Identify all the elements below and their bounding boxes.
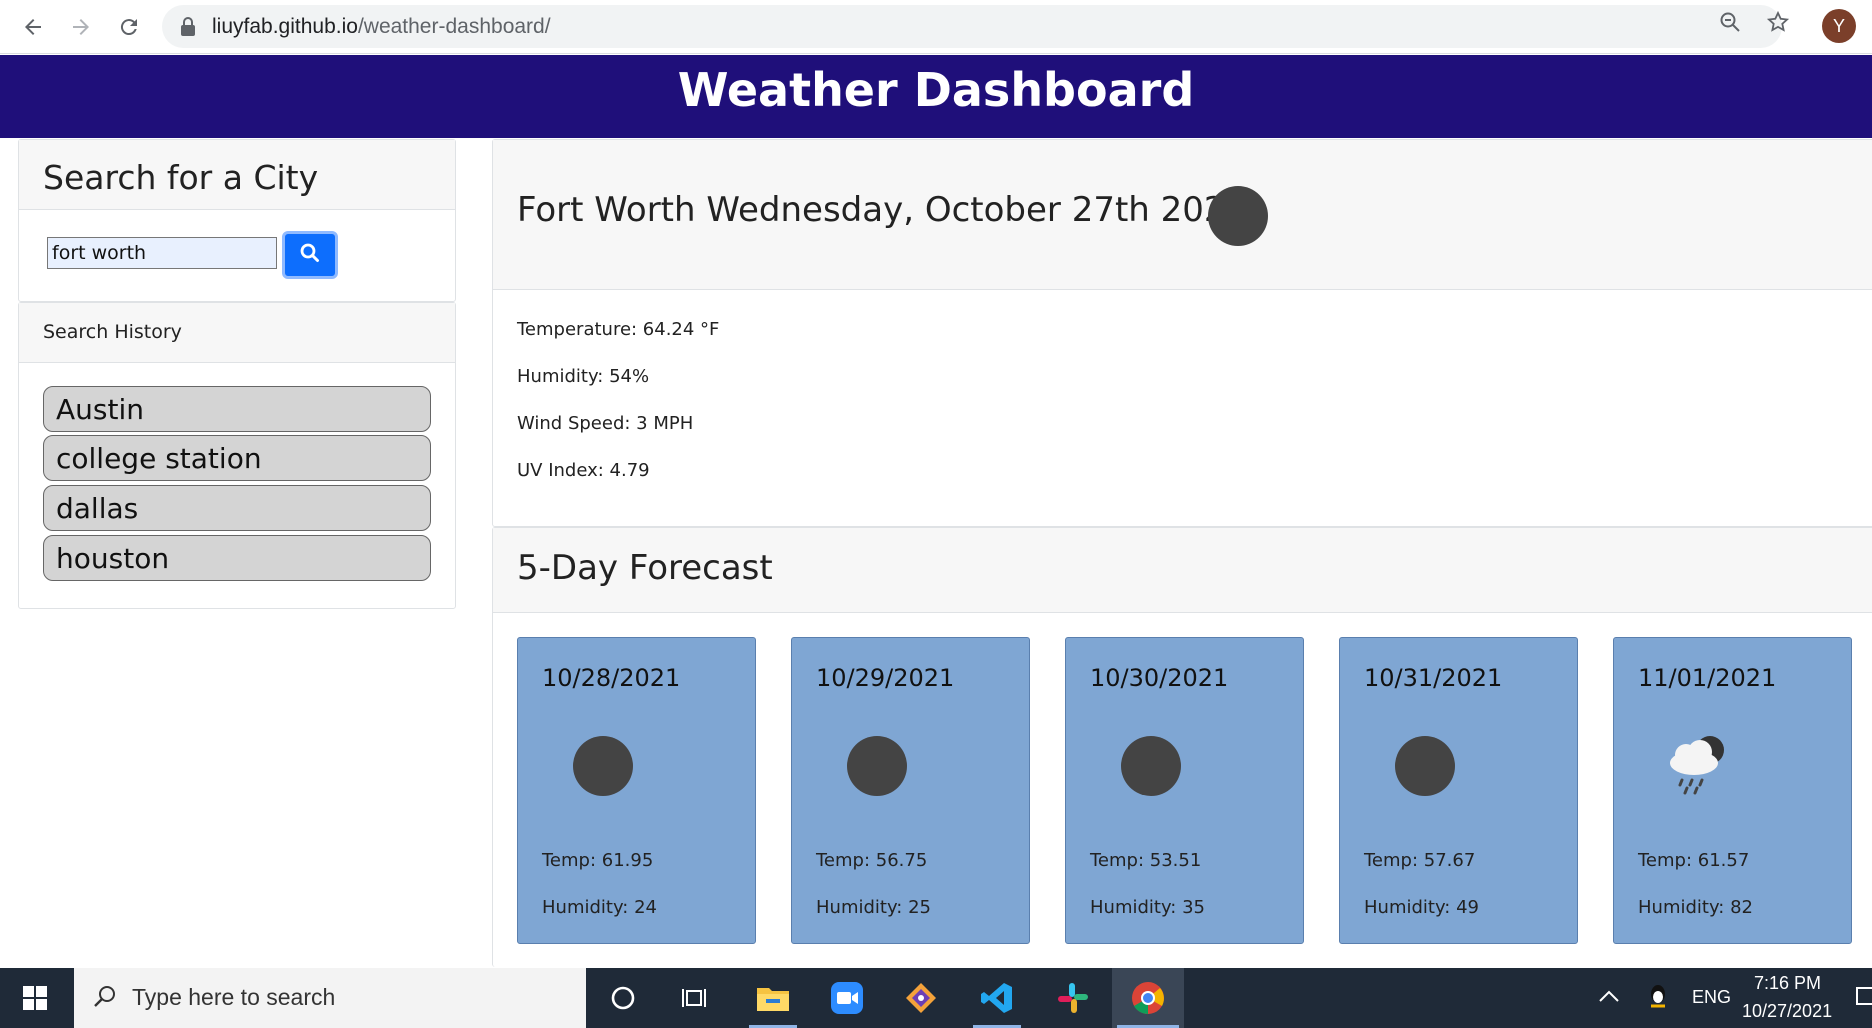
reload-icon[interactable] — [112, 10, 146, 44]
moon-icon — [847, 736, 907, 796]
forecast-date: 10/29/2021 — [816, 664, 955, 692]
history-item-college-station[interactable]: college station — [43, 435, 431, 481]
slack-icon[interactable] — [1044, 968, 1102, 1028]
forecast-date: 10/30/2021 — [1090, 664, 1229, 692]
forecast-day: 10/31/2021 Temp: 57.67 Humidity: 49 — [1339, 637, 1578, 944]
search-heading: Search for a City — [19, 140, 455, 210]
forecast-date: 10/28/2021 — [542, 664, 681, 692]
current-weather-card: Fort Worth Wednesday, October 27th 2021 … — [492, 139, 1872, 527]
tray-app-icon[interactable] — [1648, 984, 1668, 1014]
file-explorer-icon[interactable] — [744, 968, 802, 1028]
bookmark-star-icon[interactable] — [1766, 10, 1790, 34]
profile-avatar[interactable]: Y — [1822, 9, 1856, 43]
forecast-temp: Temp: 61.95 — [542, 850, 654, 871]
lock-icon — [180, 17, 196, 41]
windows-start-icon[interactable] — [6, 968, 64, 1028]
zoom-icon[interactable] — [1718, 10, 1742, 34]
moon-icon — [1395, 736, 1455, 796]
forecast-day: 10/28/2021 Temp: 61.95 Humidity: 24 — [517, 637, 756, 944]
page-title: Weather Dashboard — [677, 62, 1195, 117]
history-item-dallas[interactable]: dallas — [43, 485, 431, 531]
moon-icon — [573, 736, 633, 796]
current-weather-header: Fort Worth Wednesday, October 27th 2021 — [493, 140, 1872, 290]
clock-time[interactable]: 7:16 PM — [1754, 973, 1821, 994]
forecast-heading: 5-Day Forecast — [493, 528, 1872, 613]
chrome-icon[interactable] — [1112, 968, 1184, 1028]
search-icon — [299, 242, 321, 268]
forecast-temp: Temp: 56.75 — [816, 850, 928, 871]
city-date-title: Fort Worth Wednesday, October 27th 2021 — [517, 190, 1248, 230]
browser-toolbar: liuyfab.github.io/weather-dashboard/ Y — [0, 0, 1872, 54]
url-text: liuyfab.github.io/weather-dashboard/ — [212, 15, 551, 38]
forecast-humidity: Humidity: 82 — [1638, 897, 1753, 918]
search-button[interactable] — [282, 231, 338, 279]
chevron-up-icon[interactable] — [1598, 988, 1620, 1008]
forward-icon[interactable] — [64, 10, 98, 44]
back-icon[interactable] — [16, 10, 50, 44]
zoom-app-icon[interactable] — [818, 968, 876, 1028]
search-history-heading: Search History — [19, 303, 455, 363]
history-item-houston[interactable]: houston — [43, 535, 431, 581]
search-card: Search for a City — [18, 139, 456, 302]
forecast-temp: Temp: 57.67 — [1364, 850, 1476, 871]
forecast-day: 10/29/2021 Temp: 56.75 Humidity: 25 — [791, 637, 1030, 944]
forecast-humidity: Humidity: 49 — [1364, 897, 1479, 918]
taskbar-search-placeholder: Type here to search — [132, 984, 336, 1010]
forecast-temp: Temp: 61.57 — [1638, 850, 1750, 871]
moon-icon — [1121, 736, 1181, 796]
forecast-date: 11/01/2021 — [1638, 664, 1777, 692]
address-bar[interactable]: liuyfab.github.io/weather-dashboard/ — [162, 5, 1782, 48]
uv-index-text: UV Index: 4.79 — [517, 460, 650, 481]
forecast-humidity: Humidity: 25 — [816, 897, 931, 918]
city-search-input[interactable] — [47, 237, 277, 269]
language-indicator[interactable]: ENG — [1692, 987, 1731, 1008]
humidity-text: Humidity: 54% — [517, 366, 650, 387]
search-history-card: Search History Austin college station da… — [18, 302, 456, 609]
moon-icon — [1208, 186, 1268, 246]
windows-taskbar: Type here to search ENG 7:16 PM 10/27/20… — [0, 968, 1872, 1028]
wind-speed-text: Wind Speed: 3 MPH — [517, 413, 694, 434]
forecast-date: 10/31/2021 — [1364, 664, 1503, 692]
forecast-humidity: Humidity: 35 — [1090, 897, 1205, 918]
forecast-day: 10/30/2021 Temp: 53.51 Humidity: 35 — [1065, 637, 1304, 944]
cortana-icon[interactable] — [594, 968, 652, 1028]
forecast-card: 5-Day Forecast 10/28/2021 Temp: 61.95 Hu… — [492, 527, 1872, 967]
vscode-icon[interactable] — [968, 968, 1026, 1028]
rain-cloud-icon — [1664, 730, 1734, 800]
notifications-icon[interactable] — [1856, 986, 1872, 1014]
task-view-icon[interactable] — [666, 968, 724, 1028]
git-app-icon[interactable] — [892, 968, 950, 1028]
forecast-humidity: Humidity: 24 — [542, 897, 657, 918]
temperature-text: Temperature: 64.24 °F — [517, 319, 720, 340]
history-item-austin[interactable]: Austin — [43, 386, 431, 432]
forecast-day: 11/01/2021 Temp: 61.57 Humidity: 82 — [1613, 637, 1852, 944]
forecast-temp: Temp: 53.51 — [1090, 850, 1202, 871]
search-icon — [92, 984, 118, 1014]
taskbar-search-box[interactable]: Type here to search — [74, 968, 586, 1028]
app-header: Weather Dashboard — [0, 55, 1872, 138]
clock-date[interactable]: 10/27/2021 — [1742, 1001, 1832, 1022]
